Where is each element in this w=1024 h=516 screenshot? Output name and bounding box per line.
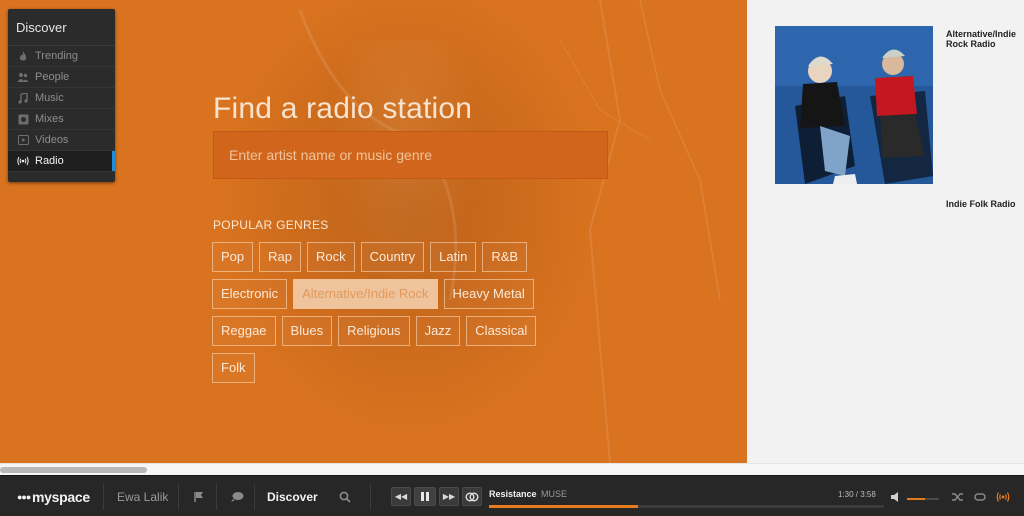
genre-row: Reggae Blues Religious Jazz Classical: [212, 316, 552, 346]
genre-button[interactable]: Rock: [307, 242, 355, 272]
divider: [216, 484, 217, 510]
genre-row: Electronic Alternative/Indie Rock Heavy Me…: [212, 279, 552, 309]
track-progress-bar[interactable]: [489, 505, 884, 508]
mixes-icon: [16, 112, 30, 126]
chat-icon[interactable]: [230, 476, 244, 516]
video-icon: [16, 133, 30, 147]
horizontal-scrollbar[interactable]: [0, 463, 1024, 475]
discover-menu-item-people[interactable]: People: [8, 67, 115, 88]
scrollbar-thumb[interactable]: [0, 467, 147, 473]
discover-menu-item-music[interactable]: Music: [8, 88, 115, 109]
genre-button[interactable]: R&B: [482, 242, 528, 272]
pause-icon: [421, 492, 429, 501]
station-search-box: [213, 131, 608, 179]
player-bar: ●●● myspace Ewa Lalik Discover ◀◀ ▶▶ Res…: [0, 475, 1024, 516]
genre-button[interactable]: Reggae: [212, 316, 276, 346]
logo-text: myspace: [32, 488, 90, 505]
discover-menu-item-trending[interactable]: Trending: [8, 46, 115, 67]
menu-item-label: People: [35, 71, 70, 83]
search-icon[interactable]: [339, 476, 351, 516]
radio-broadcast-icon[interactable]: [996, 476, 1010, 516]
divider: [103, 484, 104, 510]
myspace-logo[interactable]: ●●● myspace: [17, 476, 90, 516]
volume-slider[interactable]: [907, 498, 939, 500]
app-window: Find a radio station POPULAR GENRES PopR…: [0, 0, 1024, 516]
genre-button-grid: Pop Rap Rock Country Latin R&B Electronic Alter…: [212, 242, 552, 390]
people-icon: [16, 70, 30, 84]
genre-button[interactable]: Pop: [212, 242, 254, 272]
genre-button[interactable]: Jazz: [415, 316, 461, 346]
discover-menu: Discover Trending People Music Mixes Videos R…: [8, 9, 115, 182]
radio-icon: [16, 154, 30, 168]
fast-forward-button[interactable]: ▶▶: [439, 487, 459, 506]
discover-menu-item-mixes[interactable]: Mixes: [8, 109, 115, 130]
flag-icon[interactable]: [193, 476, 205, 516]
menu-item-label: Mixes: [35, 113, 64, 125]
track-title: Resistance: [489, 489, 537, 499]
genre-row: Folk: [212, 353, 552, 383]
genre-button[interactable]: Rap: [259, 242, 301, 272]
genre-button[interactable]: Alternative/Indie Rock: [293, 279, 438, 309]
station-search-input[interactable]: [214, 132, 607, 178]
popular-genres-heading: POPULAR GENRES: [213, 218, 329, 232]
genre-button[interactable]: Classical: [466, 316, 537, 346]
genre-button[interactable]: Country: [360, 242, 425, 272]
discover-menu-item-radio[interactable]: Radio: [8, 151, 115, 172]
now-playing[interactable]: Resistance MUSE: [489, 489, 567, 499]
shuffle-icon[interactable]: [951, 476, 965, 516]
discover-nav-link[interactable]: Discover: [267, 476, 318, 516]
discover-menu-item-videos[interactable]: Videos: [8, 130, 115, 151]
username-link[interactable]: Ewa Lalik: [117, 476, 168, 516]
volume-icon[interactable]: [890, 476, 902, 516]
flame-icon: [16, 49, 30, 63]
discover-menu-title[interactable]: Discover: [8, 9, 115, 46]
connect-icon: [465, 492, 479, 501]
rewind-button[interactable]: ◀◀: [391, 487, 411, 506]
divider: [370, 484, 371, 510]
station-artwork[interactable]: [775, 26, 933, 184]
divider: [178, 484, 179, 510]
fast-forward-icon: ▶▶: [442, 492, 456, 501]
track-artist: MUSE: [541, 489, 568, 499]
divider: [254, 484, 255, 510]
page-title: Find a radio station: [213, 92, 473, 125]
station-title[interactable]: Indie Folk Radio: [946, 199, 1016, 209]
station-title[interactable]: Alternative/Indie Rock Radio: [946, 29, 1024, 49]
genre-button[interactable]: Folk: [212, 353, 255, 383]
genre-button[interactable]: Blues: [281, 316, 333, 346]
track-progress-fill: [489, 505, 639, 508]
menu-item-label: Music: [35, 92, 64, 104]
repeat-icon[interactable]: [973, 476, 987, 516]
genre-button[interactable]: Electronic: [212, 279, 288, 309]
genre-button[interactable]: Latin: [430, 242, 477, 272]
genre-row: Pop Rap Rock Country Latin R&B: [212, 242, 552, 272]
station-results-panel: Alternative/Indie Rock Radio Indie Folk …: [747, 0, 1024, 463]
myspace-logo-icon: ●●●: [17, 491, 31, 502]
music-note-icon: [16, 91, 30, 105]
rewind-icon: ◀◀: [394, 492, 408, 501]
menu-item-label: Radio: [35, 155, 64, 167]
menu-item-label: Trending: [35, 50, 79, 62]
volume-level: [907, 498, 925, 500]
track-time: 1:30 / 3:58: [838, 490, 876, 499]
pause-button[interactable]: [414, 487, 436, 506]
genre-button[interactable]: Heavy Metal: [443, 279, 534, 309]
menu-item-label: Videos: [35, 134, 69, 146]
genre-button[interactable]: Religious: [338, 316, 410, 346]
connect-button[interactable]: [462, 487, 482, 506]
